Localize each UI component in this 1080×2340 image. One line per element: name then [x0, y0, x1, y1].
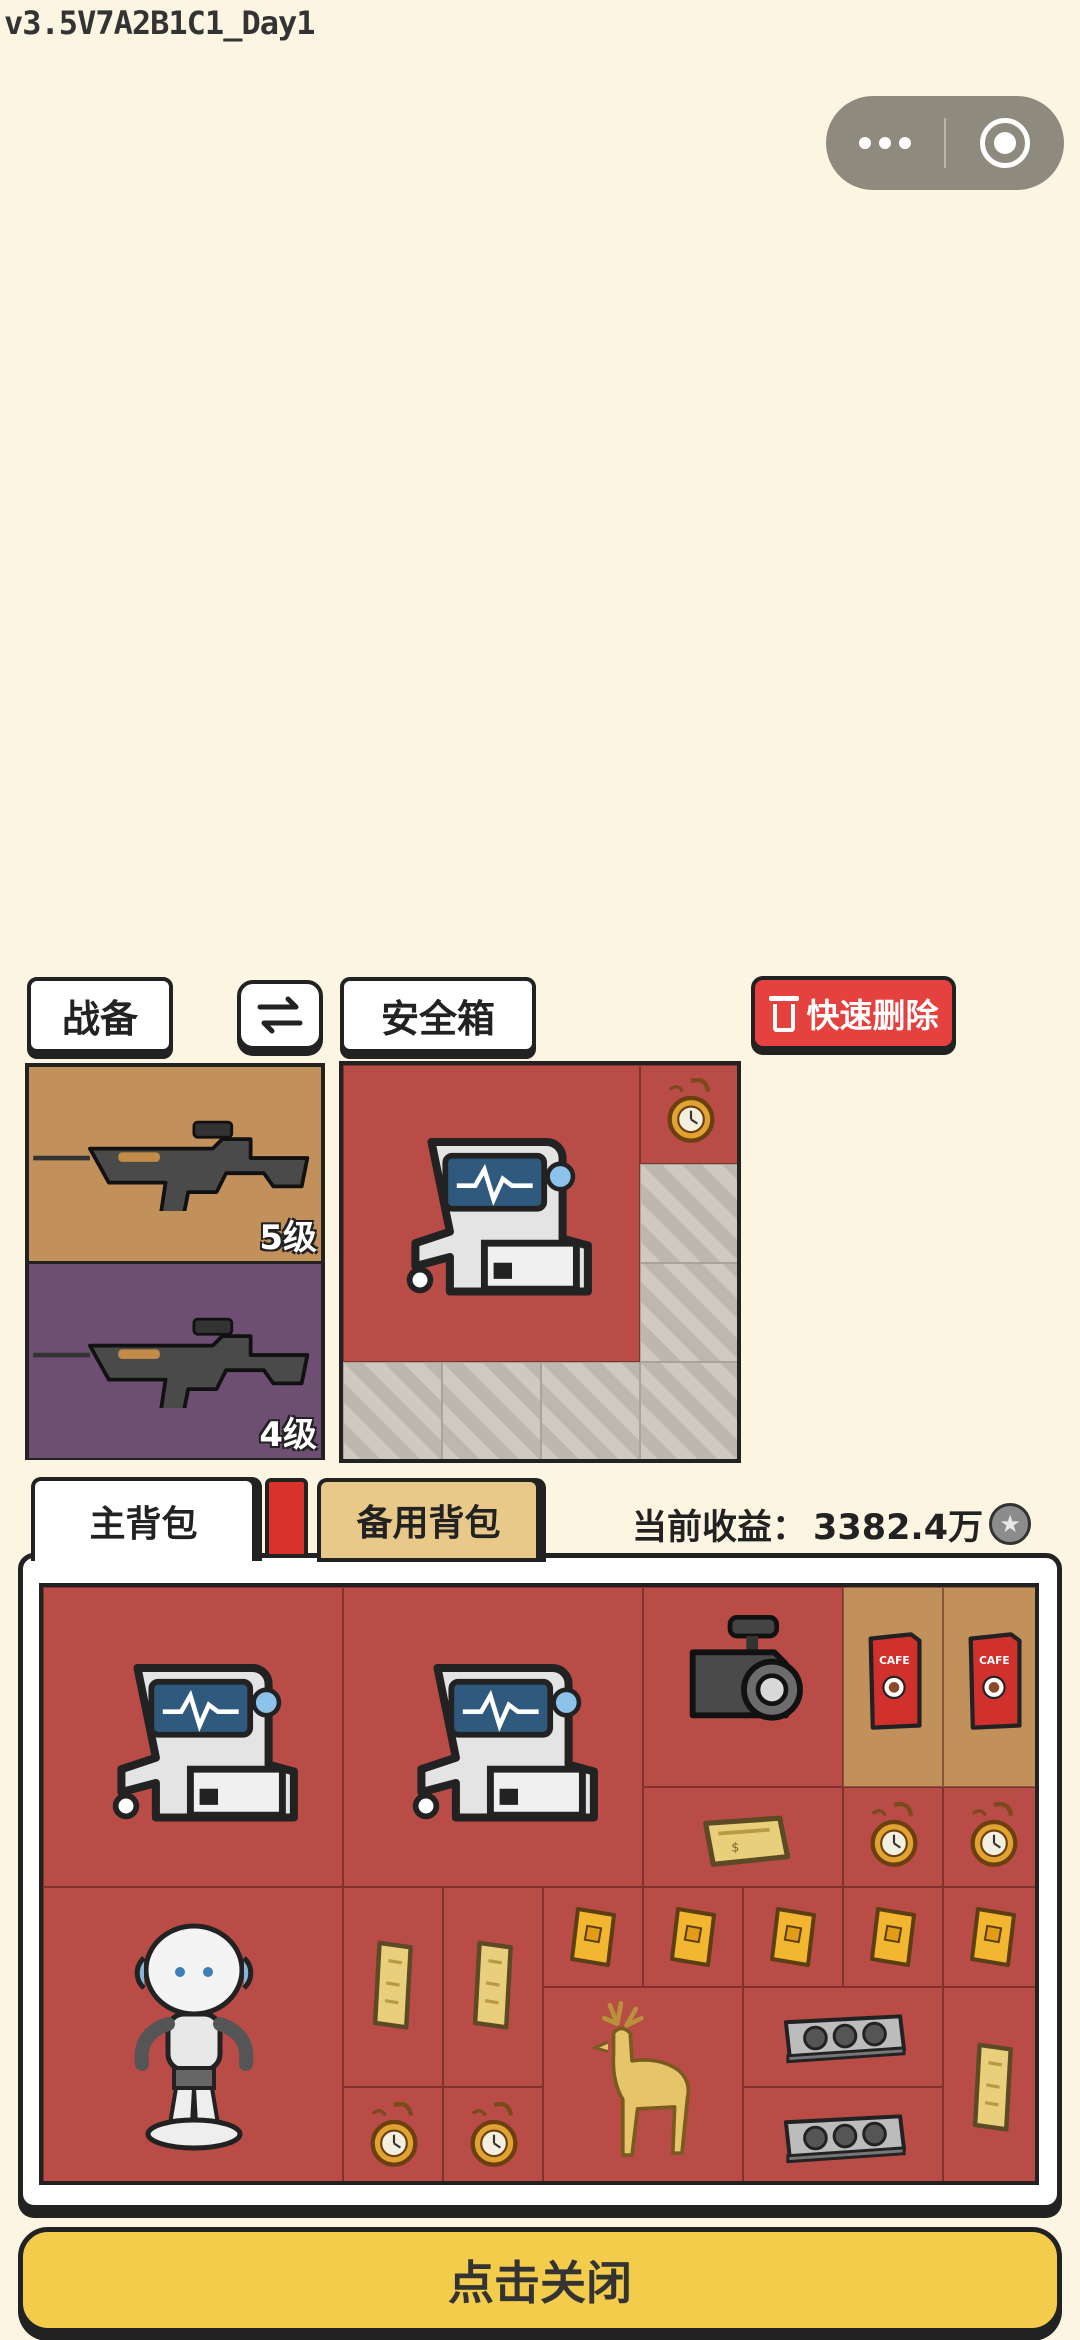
tab-gear[interactable]: 战备 [27, 977, 173, 1053]
backpack-item[interactable] [643, 1587, 843, 1787]
coffee-box-icon [962, 1628, 1026, 1734]
more-dots-icon[interactable] [826, 96, 944, 190]
backpack-item[interactable] [343, 1587, 643, 1887]
earnings-value: 3382.4万 [813, 1507, 984, 1548]
safebox-locked-slot [640, 1263, 737, 1362]
pocket-watch-icon [659, 1076, 723, 1152]
capsule-divider [944, 118, 946, 168]
close-button[interactable]: 点击关闭 [18, 2227, 1062, 2333]
safebox-locked-slot [640, 1164, 737, 1263]
backpack-item[interactable] [943, 1987, 1035, 2181]
pocket-watch-icon [362, 2100, 426, 2176]
gold-bar-icon [466, 1934, 522, 2034]
backpack-item[interactable] [643, 1887, 743, 1987]
ecg-machine-icon [380, 1622, 610, 1852]
safebox-locked-slot [442, 1362, 541, 1459]
gold-bar-icon [966, 2036, 1022, 2136]
weapon-level: 4级 [259, 1415, 317, 1455]
ecg-machine-icon [80, 1622, 310, 1852]
backpack-item[interactable] [443, 1887, 543, 2087]
tab-main-backpack[interactable]: 主背包 [31, 1477, 256, 1561]
version-label: v3.5V7A2B1C1_Day1 [4, 4, 316, 42]
safebox-locked-slot [343, 1362, 442, 1459]
backpack-item[interactable] [543, 1887, 643, 1987]
weapon-level: 5级 [259, 1218, 317, 1258]
backpack-item[interactable] [743, 2087, 943, 2181]
backpack-item[interactable] [343, 1887, 443, 2087]
ecg-machine-icon [374, 1096, 604, 1326]
weapon-slot-primary[interactable]: 5级 [29, 1067, 321, 1264]
trash-icon [768, 994, 799, 1032]
gpu-card-icon [780, 2108, 908, 2168]
backpack-item[interactable] [43, 1887, 343, 2181]
safebox-item-watch[interactable] [640, 1065, 737, 1164]
coin-icon: ★ [989, 1503, 1032, 1545]
miniprogram-capsule [826, 96, 1064, 190]
backpack-item[interactable] [943, 1587, 1035, 1787]
pocket-watch-icon [462, 2100, 526, 2176]
gold-card-icon [764, 1900, 824, 1972]
earnings-label: 当前收益： [632, 1507, 808, 1548]
backpack-item[interactable] [843, 1787, 943, 1887]
coffee-box-icon [862, 1628, 926, 1734]
gold-bar-icon [692, 1808, 796, 1872]
safebox-locked-slot [541, 1362, 640, 1459]
pocket-watch-icon [962, 1800, 1026, 1876]
backpack-item[interactable] [543, 1987, 743, 2181]
backpack-grid [39, 1583, 1039, 2185]
rifle-icon [33, 1304, 317, 1408]
swap-button[interactable] [237, 980, 323, 1050]
gold-card-icon [564, 1900, 624, 1972]
safebox-locked-slot [640, 1362, 737, 1459]
earnings-display: 当前收益： 3382.4万 ★ [632, 1498, 1032, 1550]
pocket-watch-icon [862, 1800, 926, 1876]
camera-icon [674, 1608, 814, 1748]
target-icon[interactable] [980, 118, 1030, 168]
quick-delete-label: 快速删除 [806, 996, 939, 1035]
gold-card-icon [864, 1900, 924, 1972]
rifle-icon [33, 1107, 317, 1211]
backpack-item[interactable] [743, 1987, 943, 2087]
backpack-item[interactable] [843, 1587, 943, 1787]
backpack-item[interactable] [843, 1887, 943, 1987]
backpack-item[interactable] [43, 1587, 343, 1887]
safebox-grid [339, 1061, 741, 1463]
backpack-item[interactable] [443, 2087, 543, 2181]
tab-safebox[interactable]: 安全箱 [340, 977, 536, 1053]
swap-arrows-icon [257, 996, 303, 1034]
weapon-panel: 5级 4级 [25, 1063, 325, 1460]
backpack-item[interactable] [343, 2087, 443, 2181]
safebox-item-ecg[interactable] [343, 1065, 640, 1362]
gold-card-icon [664, 1900, 724, 1972]
weapon-slot-secondary[interactable]: 4级 [29, 1264, 321, 1458]
quick-delete-button[interactable]: 快速删除 [751, 976, 956, 1050]
backpack-item[interactable] [943, 1787, 1035, 1887]
gpu-card-icon [780, 2008, 908, 2068]
robot-icon [114, 1908, 274, 2158]
gold-card-icon [964, 1900, 1024, 1972]
tab-divider [265, 1478, 308, 1558]
golden-deer-icon [580, 1996, 710, 2181]
gold-bar-icon [366, 1934, 422, 2034]
tab-backup-backpack[interactable]: 备用背包 [317, 1478, 540, 1562]
backpack-item[interactable] [743, 1887, 843, 1987]
backpack-item[interactable] [943, 1887, 1035, 1987]
backpack-item[interactable] [643, 1787, 843, 1887]
